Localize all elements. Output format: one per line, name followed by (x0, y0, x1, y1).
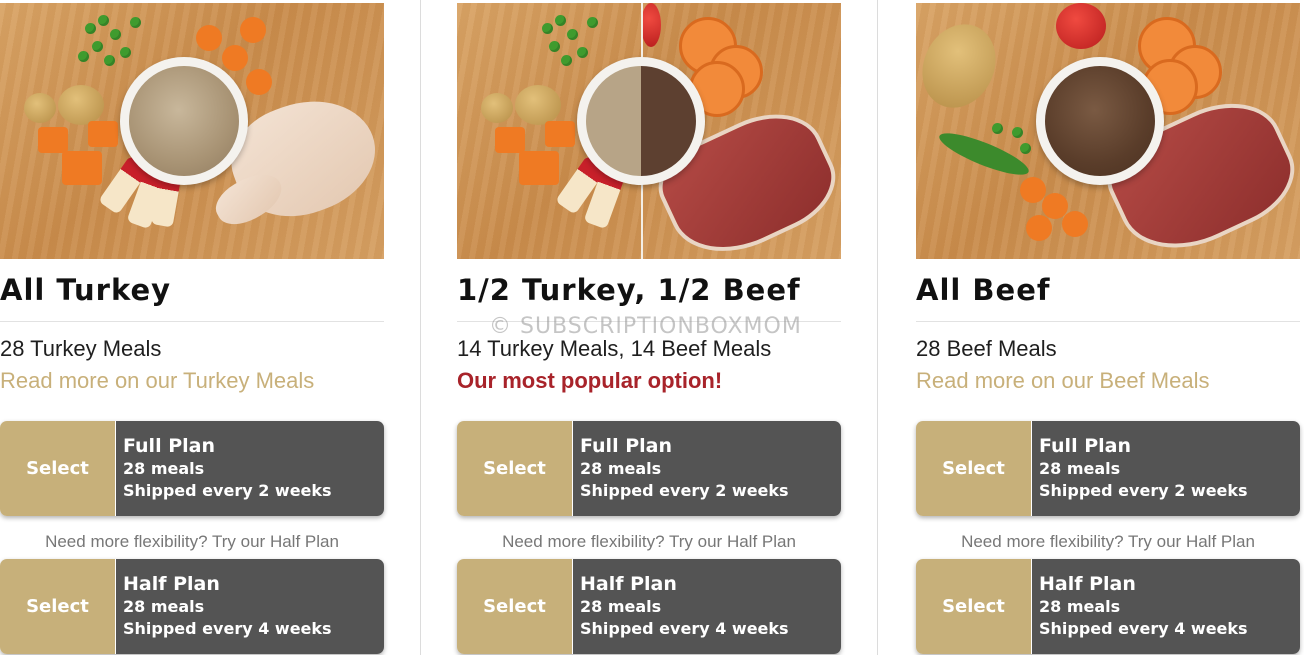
select-full-plan-button[interactable]: Select (457, 421, 573, 516)
title-divider (916, 321, 1300, 322)
half-plan-option[interactable]: Select Half Plan 28 meals Shipped every … (0, 559, 384, 654)
recipe-card-beef: All Beef 28 Beef Meals Read more on our … (916, 3, 1300, 654)
plan-shipping: Shipped every 4 weeks (123, 619, 332, 638)
plan-meal-count: 28 meals (123, 597, 205, 616)
read-more-link[interactable]: Read more on our Turkey Meals (0, 368, 384, 396)
plan-name: Full Plan (580, 435, 672, 457)
half-plan-note: Need more flexibility? Try our Half Plan (502, 532, 796, 551)
turkey-meal-photo (0, 3, 384, 259)
half-plan-option[interactable]: Select Half Plan 28 meals Shipped every … (457, 559, 841, 654)
popular-badge: Our most popular option! (457, 368, 723, 393)
plan-shipping: Shipped every 2 weeks (123, 481, 332, 500)
recipe-title: All Beef (916, 273, 1051, 307)
recipe-title: All Turkey (0, 273, 172, 307)
half-plan-info: Half Plan 28 meals Shipped every 4 weeks (573, 559, 841, 654)
beef-meal-photo (916, 3, 1300, 259)
plan-meal-count: 28 meals (1039, 459, 1121, 478)
select-half-plan-button[interactable]: Select (0, 559, 116, 654)
meal-count: 28 Turkey Meals (0, 336, 162, 361)
column-divider (877, 0, 878, 655)
meal-count: 14 Turkey Meals, 14 Beef Meals (457, 336, 772, 361)
plan-name: Half Plan (1039, 573, 1136, 595)
plan-name: Full Plan (123, 435, 215, 457)
plan-name: Full Plan (1039, 435, 1131, 457)
plan-meal-count: 28 meals (580, 597, 662, 616)
turkey-beef-meal-photo (457, 3, 841, 259)
select-full-plan-button[interactable]: Select (916, 421, 1032, 516)
select-half-plan-button[interactable]: Select (916, 559, 1032, 654)
full-plan-info: Full Plan 28 meals Shipped every 2 weeks (1032, 421, 1300, 516)
plan-shipping: Shipped every 4 weeks (1039, 619, 1248, 638)
column-divider (420, 0, 421, 655)
recipe-card-turkey: All Turkey 28 Turkey Meals Read more on … (0, 3, 384, 654)
full-plan-option[interactable]: Select Full Plan 28 meals Shipped every … (916, 421, 1300, 516)
half-plan-info: Half Plan 28 meals Shipped every 4 weeks (1032, 559, 1300, 654)
half-plan-option[interactable]: Select Half Plan 28 meals Shipped every … (916, 559, 1300, 654)
read-more-link[interactable]: Read more on our Beef Meals (916, 368, 1300, 396)
half-plan-info: Half Plan 28 meals Shipped every 4 weeks (116, 559, 384, 654)
full-plan-info: Full Plan 28 meals Shipped every 2 weeks (573, 421, 841, 516)
half-plan-note: Need more flexibility? Try our Half Plan (961, 532, 1255, 551)
plan-meal-count: 28 meals (123, 459, 205, 478)
plan-shipping: Shipped every 2 weeks (580, 481, 789, 500)
watermark: © SUBSCRIPTIONBOXMOM (489, 314, 802, 339)
full-plan-info: Full Plan 28 meals Shipped every 2 weeks (116, 421, 384, 516)
recipe-title: 1/2 Turkey, 1/2 Beef (457, 273, 801, 307)
plan-name: Half Plan (580, 573, 677, 595)
title-divider (0, 321, 384, 322)
recipe-selection-page: All Turkey 28 Turkey Meals Read more on … (0, 0, 1304, 655)
plan-shipping: Shipped every 4 weeks (580, 619, 789, 638)
select-half-plan-button[interactable]: Select (457, 559, 573, 654)
full-plan-option[interactable]: Select Full Plan 28 meals Shipped every … (457, 421, 841, 516)
plan-name: Half Plan (123, 573, 220, 595)
meal-count: 28 Beef Meals (916, 336, 1057, 361)
plan-meal-count: 28 meals (1039, 597, 1121, 616)
plan-meal-count: 28 meals (580, 459, 662, 478)
full-plan-option[interactable]: Select Full Plan 28 meals Shipped every … (0, 421, 384, 516)
plan-shipping: Shipped every 2 weeks (1039, 481, 1248, 500)
select-full-plan-button[interactable]: Select (0, 421, 116, 516)
half-plan-note: Need more flexibility? Try our Half Plan (45, 532, 339, 551)
